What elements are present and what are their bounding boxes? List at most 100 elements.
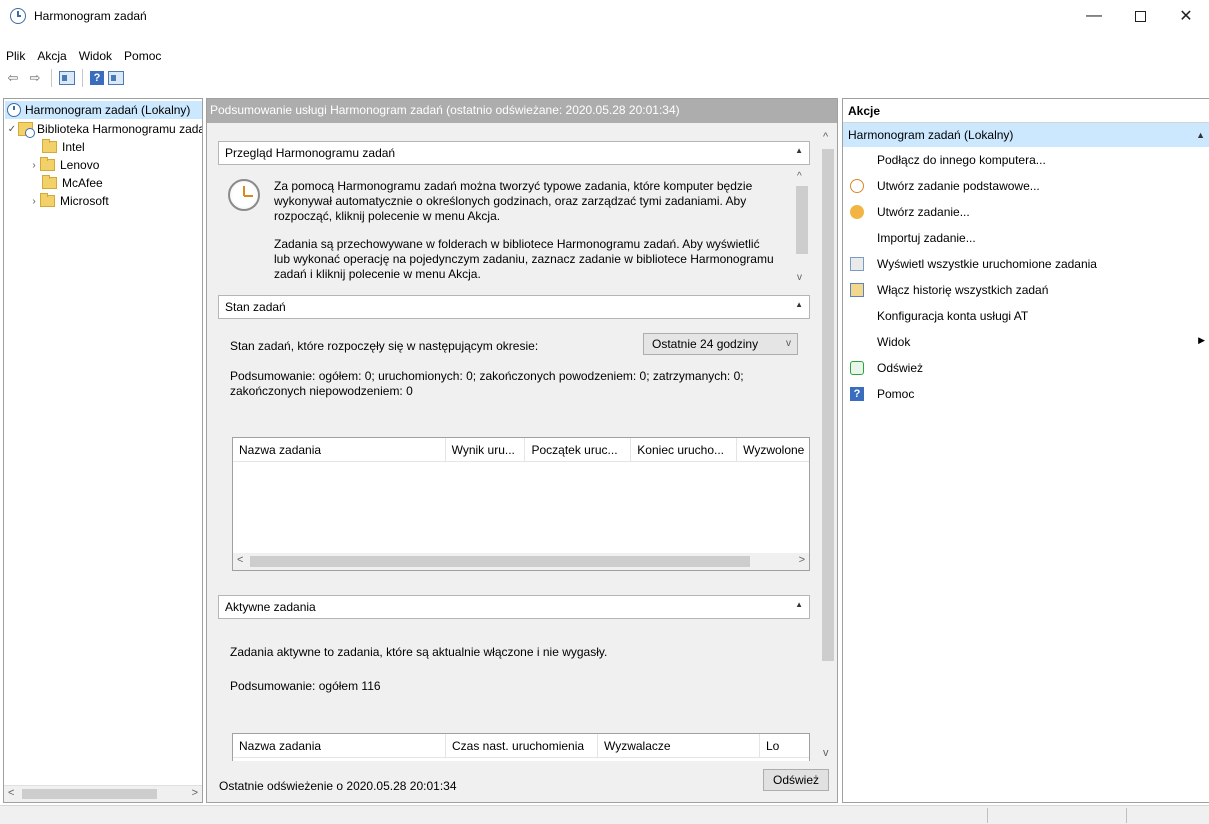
column-header[interactable]: Wyzwolone (737, 438, 809, 461)
scroll-left-icon[interactable]: < (8, 787, 14, 799)
console-tree: Harmonogram zadań (Lokalny) ✓ Biblioteka… (3, 98, 203, 803)
scrollbar-thumb[interactable] (822, 149, 834, 661)
action-label: Wyświetl wszystkie uruchomione zadania (877, 257, 1097, 271)
collapse-icon[interactable]: ▲ (795, 146, 803, 155)
action-at-service-config[interactable]: Konfiguracja konta usługi AT (843, 303, 1209, 329)
action-create-basic-task[interactable]: Utwórz zadanie podstawowe... (843, 173, 1209, 199)
action-label: Podłącz do innego komputera... (877, 153, 1046, 167)
scroll-left-icon[interactable]: < (237, 554, 243, 566)
toolbar-separator (51, 69, 52, 87)
tree-item-mcafee[interactable]: McAfee (42, 174, 103, 192)
grid-header: Nazwa zadania Wynik uru... Początek uruc… (233, 438, 809, 462)
tree-item-library[interactable]: ✓ Biblioteka Harmonogramu zadań (6, 120, 203, 138)
action-import-task[interactable]: Importuj zadanie... (843, 225, 1209, 251)
maximize-icon (1134, 10, 1146, 22)
chevron-right-icon[interactable]: › (28, 196, 40, 207)
action-show-running-tasks[interactable]: Wyświetl wszystkie uruchomione zadania (843, 251, 1209, 277)
tree-horizontal-scrollbar[interactable]: < > (4, 785, 202, 802)
summary-vertical-scrollbar[interactable]: ^ v (819, 131, 837, 759)
tree-item-intel[interactable]: Intel (42, 138, 85, 156)
scrollbar-thumb[interactable] (22, 789, 157, 799)
action-connect-computer[interactable]: Podłącz do innego komputera... (843, 147, 1209, 173)
tree-item-label: Microsoft (60, 194, 109, 208)
chevron-right-icon[interactable]: › (28, 160, 40, 171)
active-tasks-section-header[interactable]: Aktywne zadania ▲ (218, 595, 810, 619)
action-label: Włącz historię wszystkich zadań (877, 283, 1049, 297)
show-hide-action-pane-icon[interactable] (108, 71, 124, 85)
scroll-up-icon[interactable]: ^ (823, 131, 828, 143)
action-create-task[interactable]: Utwórz zadanie... (843, 199, 1209, 225)
help-icon[interactable]: ? (90, 71, 104, 85)
maximize-button[interactable] (1117, 0, 1163, 32)
action-help[interactable]: ? Pomoc (843, 381, 1209, 407)
collapse-icon[interactable]: ▲ (795, 600, 803, 609)
action-view[interactable]: Widok ▶ (843, 329, 1209, 355)
minimize-button[interactable]: — (1071, 0, 1117, 32)
scrollbar-thumb[interactable] (796, 186, 808, 254)
column-header[interactable]: Wynik uru... (446, 438, 526, 461)
overview-body: Za pomocą Harmonogramu zadań można tworz… (218, 171, 810, 289)
action-enable-history[interactable]: Włącz historię wszystkich zadań (843, 277, 1209, 303)
task-status-section-header[interactable]: Stan zadań ▲ (218, 295, 810, 319)
column-header[interactable]: Lo (760, 734, 809, 757)
menu-bar: Plik Akcja Widok Pomoc (0, 45, 167, 67)
tree-item-label: Intel (62, 140, 85, 154)
overview-text: Za pomocą Harmonogramu zadań można tworz… (274, 179, 774, 289)
action-label: Importuj zadanie... (877, 231, 976, 245)
scroll-right-icon[interactable]: > (799, 554, 805, 566)
collapse-icon[interactable]: ▲ (1196, 123, 1205, 147)
status-bar-divider (987, 808, 988, 823)
scroll-right-icon[interactable]: > (192, 787, 198, 799)
grid-horizontal-scrollbar[interactable]: < > (233, 553, 809, 570)
scroll-down-icon[interactable]: v (823, 747, 829, 759)
clock-icon (228, 179, 260, 211)
action-label: Konfiguracja konta usługi AT (877, 309, 1029, 323)
status-summary: Podsumowanie: ogółem: 0; uruchomionych: … (230, 369, 790, 399)
refresh-button[interactable]: Odśwież (763, 769, 829, 791)
column-header[interactable]: Koniec urucho... (631, 438, 738, 461)
column-header[interactable]: Nazwa zadania (233, 734, 446, 757)
column-header[interactable]: Nazwa zadania (233, 438, 446, 461)
chevron-down-icon[interactable]: ✓ (6, 124, 18, 135)
collapse-icon[interactable]: ▲ (795, 300, 803, 309)
task-status-grid: Nazwa zadania Wynik uru... Początek uruc… (232, 437, 810, 571)
tree-item-label: Biblioteka Harmonogramu zadań (37, 122, 203, 136)
scroll-up-icon[interactable]: ^ (797, 171, 802, 182)
active-tasks-grid: Nazwa zadania Czas nast. uruchomienia Wy… (232, 733, 810, 761)
overview-section-header[interactable]: Przegląd Harmonogramu zadań ▲ (218, 141, 810, 165)
tree-item-lenovo[interactable]: › Lenovo (28, 156, 99, 174)
clock-icon (850, 179, 864, 193)
scrollbar-thumb[interactable] (250, 556, 750, 567)
actions-group-label: Harmonogram zadań (Lokalny) (848, 128, 1014, 142)
show-hide-console-tree-icon[interactable] (59, 71, 75, 85)
menu-plik[interactable]: Plik (0, 49, 31, 63)
toolbar-separator (82, 69, 83, 87)
menu-widok[interactable]: Widok (73, 49, 118, 63)
action-label: Utwórz zadanie podstawowe... (877, 179, 1040, 193)
action-refresh[interactable]: Odśwież (843, 355, 1209, 381)
minimize-icon: — (1086, 7, 1102, 24)
close-button[interactable]: ✕ (1163, 0, 1209, 32)
tree-item-task-scheduler-local[interactable]: Harmonogram zadań (Lokalny) (5, 101, 202, 119)
overview-scrollbar[interactable]: ^ v (794, 171, 810, 289)
forward-arrow-icon[interactable]: ⇨ (26, 70, 44, 86)
back-arrow-icon[interactable]: ⇦ (4, 70, 22, 86)
menu-akcja[interactable]: Akcja (31, 49, 72, 63)
status-bar (0, 805, 1209, 824)
column-header[interactable]: Czas nast. uruchomienia (446, 734, 598, 757)
toolbar: ⇦ ⇨ ? (0, 67, 1209, 89)
menu-pomoc[interactable]: Pomoc (118, 49, 167, 63)
status-period-select[interactable]: Ostatnie 24 godziny v (643, 333, 798, 355)
last-refresh-text: Ostatnie odświeżenie o 2020.05.28 20:01:… (219, 779, 457, 793)
history-icon (850, 283, 864, 297)
clock-icon (7, 103, 21, 117)
scroll-down-icon[interactable]: v (797, 272, 802, 283)
column-header[interactable]: Wyzwalacze (598, 734, 760, 757)
tree-item-microsoft[interactable]: › Microsoft (28, 192, 109, 210)
actions-group-header[interactable]: Harmonogram zadań (Lokalny) ▲ (843, 123, 1209, 147)
task-scheduler-app-icon (10, 8, 26, 24)
action-label: Widok (877, 335, 911, 349)
column-header[interactable]: Początek uruc... (525, 438, 632, 461)
actions-title: Akcje (843, 99, 1209, 123)
actions-pane: Akcje Harmonogram zadań (Lokalny) ▲ Podł… (842, 98, 1209, 803)
